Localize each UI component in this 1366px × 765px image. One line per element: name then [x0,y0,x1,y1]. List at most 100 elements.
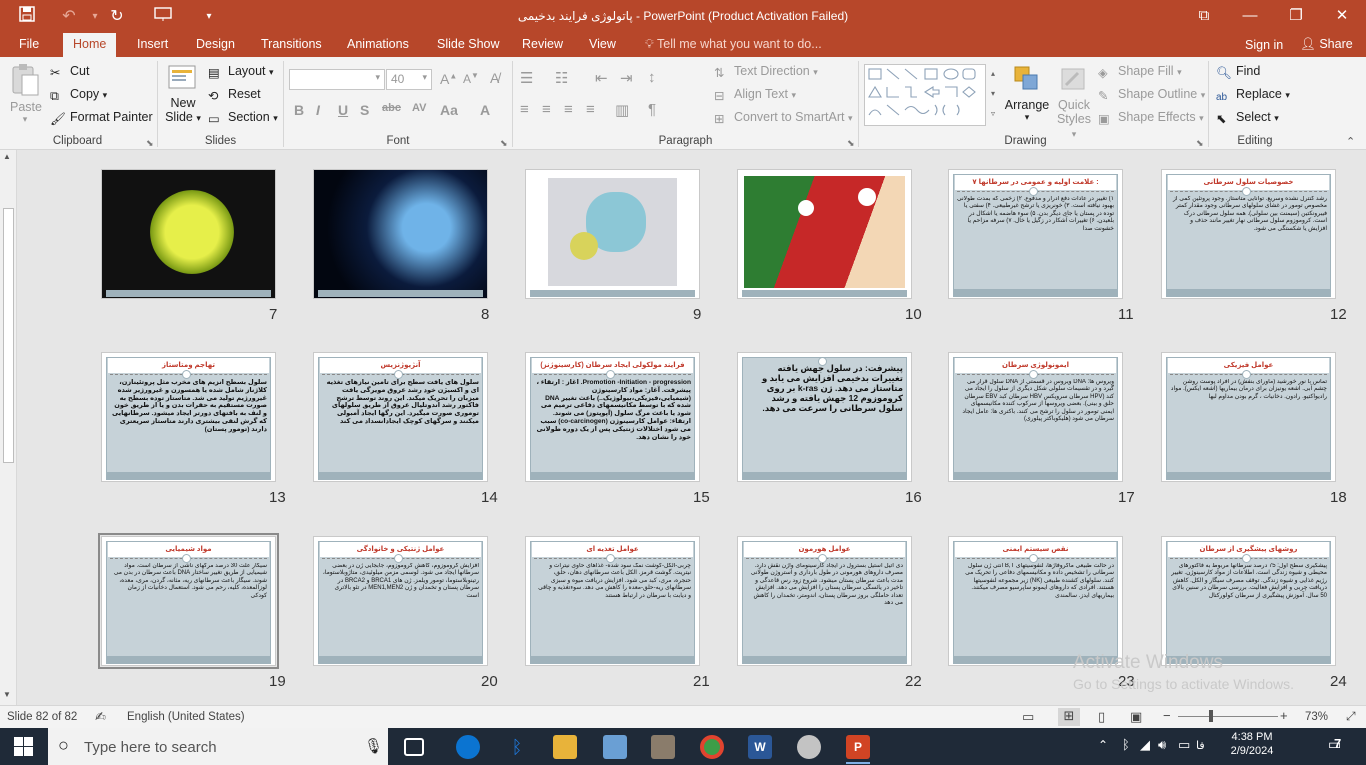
scroll-thumb[interactable] [3,208,14,463]
language-indicator[interactable]: English (United States) [127,711,245,723]
replace-button[interactable]: ab Replace ▾ [1216,87,1290,106]
underline-icon[interactable]: U [338,102,348,118]
scroll-down-icon[interactable]: ▼ [3,690,11,699]
paste-button[interactable]: Paste ▾ [10,63,42,125]
battery-icon[interactable]: ▭ [1178,737,1190,753]
slide-thumbnail[interactable]: روشهای پیشگیری از سرطان پیشگیری سطح اول: … [1161,536,1336,666]
align-right-icon[interactable]: ≡ [564,101,573,118]
new-slide-button[interactable]: New Slide ▾ [162,63,204,124]
tell-me-box[interactable]: 💡︎ Tell me what you want to do... [645,37,822,52]
paragraph-launcher-icon[interactable]: ⬊ [847,138,855,149]
fit-to-window-icon[interactable]: ⤢ [1346,709,1356,724]
font-name-combo[interactable]: ▾ [289,69,385,90]
minimize-icon[interactable]: — [1236,5,1264,27]
vertical-scrollbar[interactable]: ▲ ▼ [0,150,17,705]
tab-file[interactable]: File [19,37,39,51]
convert-smartart-button[interactable]: ⊞ Convert to SmartArt ▾ [714,110,852,126]
zoom-slider[interactable] [1178,716,1278,717]
bold-icon[interactable]: B [294,102,304,118]
slide-thumbnail[interactable]: تهاجم ومتاستاز سلول بسطح آنزیم های مخرب م… [101,352,276,482]
file-explorer-icon[interactable] [553,735,577,759]
powerpoint-icon[interactable]: P [846,735,870,759]
align-left-icon[interactable]: ≡ [520,101,529,118]
tab-design[interactable]: Design [196,37,235,51]
scroll-up-icon[interactable]: ▲ [3,152,11,161]
font-color-icon[interactable]: A [480,102,490,118]
zoom-slider-thumb[interactable] [1209,710,1213,722]
microphone-icon[interactable]: 🎙︎ [364,737,383,755]
slide-thumbnail[interactable]: مواد شیمیایی سیگار علت 30 درصد مرگهای ناش… [98,533,279,669]
slide-thumbnail[interactable]: خصوصیات سلول سرطانی رشد کنترل نشده وسریع.… [1161,169,1336,299]
clear-formatting-icon[interactable]: A̸ [490,70,499,86]
change-case-icon[interactable]: Aa [440,102,458,118]
justify-icon[interactable]: ≡ [586,101,595,118]
zoom-level[interactable]: 73% [1305,711,1328,723]
zoom-out-icon[interactable]: − [1163,708,1171,723]
shape-effects-button[interactable]: ▣ Shape Effects ▾ [1098,110,1204,126]
text-direction-button[interactable]: ⇅ Text Direction ▾ [714,64,818,80]
network-icon[interactable]: ◢ [1140,737,1150,753]
windows-start-icon[interactable] [14,737,33,759]
shadow-icon[interactable]: S [360,102,369,118]
arrange-button[interactable]: Arrange ▾ [1004,63,1050,123]
decrease-indent-icon[interactable]: ⇤ [595,69,608,87]
restore-icon[interactable]: ❐ [1282,5,1310,27]
slide-thumbnail[interactable]: آنژیوژنزیس سلول های یافت سطح برای تامین ن… [313,352,488,482]
computer-icon[interactable] [603,735,627,759]
chrome-icon[interactable] [700,735,724,759]
increase-font-icon[interactable]: A▲ [440,71,457,87]
slide-thumbnail[interactable]: فرایند مولکولی ایجاد سرطان (کارسینوژنز) P… [525,352,700,482]
shape-outline-button[interactable]: ✎ Shape Outline ▾ [1098,87,1205,103]
line-spacing-icon[interactable]: ↕ [648,69,656,86]
reading-view-icon[interactable]: ▯ [1098,709,1105,725]
slide-thumbnail[interactable]: ایمونولوژی سرطان ویروس ها: DNA ویروس در ق… [948,352,1123,482]
bluetooth-tray-icon[interactable]: ᛒ [1122,737,1130,752]
slide-thumbnail[interactable]: پیشرفت: در سلول جهش یافته تغییرات بدخیمی… [737,352,912,482]
format-painter-button[interactable]: 🖌︎ Format Painter [50,110,153,126]
system-clock[interactable]: 4:38 PM 2/9/2024 [1222,731,1282,757]
spelling-icon[interactable]: ✍ [95,709,106,725]
italic-icon[interactable]: I [316,102,320,118]
section-button[interactable]: ▭ Section ▾ [208,110,278,126]
slideshow-view-icon[interactable]: ▣ [1130,709,1142,725]
slide-thumbnail[interactable] [313,169,488,299]
numbering-icon[interactable]: ☷ [555,69,568,87]
slide-thumbnail[interactable]: عوامل فیزیکی تماس با نور خورشید (ماورای ب… [1161,352,1336,482]
word-icon[interactable]: W [748,735,772,759]
decrease-font-icon[interactable]: A▼ [463,71,479,86]
slide-thumbnail[interactable]: ۷ علامت اولیه و عمومی در سرطانها :۱) تغی… [948,169,1123,299]
slide-sorter-view-icon[interactable]: ⊞ [1058,708,1080,726]
shape-fill-button[interactable]: ◈ Shape Fill ▾ [1098,64,1182,80]
bluetooth-app-icon[interactable]: ᛒ [505,735,529,759]
drawing-launcher-icon[interactable]: ⬊ [1196,138,1204,149]
find-button[interactable]: 🔍︎ Find [1216,64,1260,80]
taskbar-search-box[interactable]: ○ Type here to search 🎙︎ [48,728,388,765]
volume-icon[interactable]: 🔊︎ [1158,737,1166,753]
tab-transitions[interactable]: Transitions [261,37,322,51]
edge-icon[interactable] [456,735,480,759]
tab-review[interactable]: Review [522,37,563,51]
align-center-icon[interactable]: ≡ [542,101,551,118]
align-text-button[interactable]: ⊟ Align Text ▾ [714,87,796,103]
clipboard-launcher-icon[interactable]: ⬊ [146,138,154,149]
strikethrough-icon[interactable]: abc [382,102,401,114]
slide-thumbnail[interactable]: عوامل تغذیه ای چربی-الکل-گوشت نمک سود شده… [525,536,700,666]
slide-thumbnail[interactable]: نقص سیستم ایمنی در حالت طبیعی ماکروفاژها،… [948,536,1123,666]
select-button[interactable]: ⬉ Select ▾ [1216,110,1279,126]
slide-thumbnail[interactable] [737,169,912,299]
increase-indent-icon[interactable]: ⇥ [620,69,633,87]
collapse-ribbon-icon[interactable]: ⌃ [1346,135,1355,148]
tab-insert[interactable]: Insert [137,37,168,51]
slide-thumbnail[interactable] [525,169,700,299]
tab-slide-show[interactable]: Slide Show [437,37,500,51]
quick-styles-button[interactable]: Quick Styles ▾ [1054,63,1094,140]
ribbon-display-options-icon[interactable]: ⧉ [1190,5,1218,27]
cut-button[interactable]: ✂ Cut [50,64,89,80]
task-view-icon[interactable] [404,738,424,756]
share-button[interactable]: 👤︎ Share [1300,37,1353,52]
input-language[interactable]: فا [1196,739,1205,752]
zoom-in-icon[interactable]: + [1280,708,1288,723]
slide-count[interactable]: Slide 82 of 82 [7,711,77,723]
rtl-icon[interactable]: ¶ [648,101,656,118]
reset-button[interactable]: ⟲ Reset [208,87,261,103]
